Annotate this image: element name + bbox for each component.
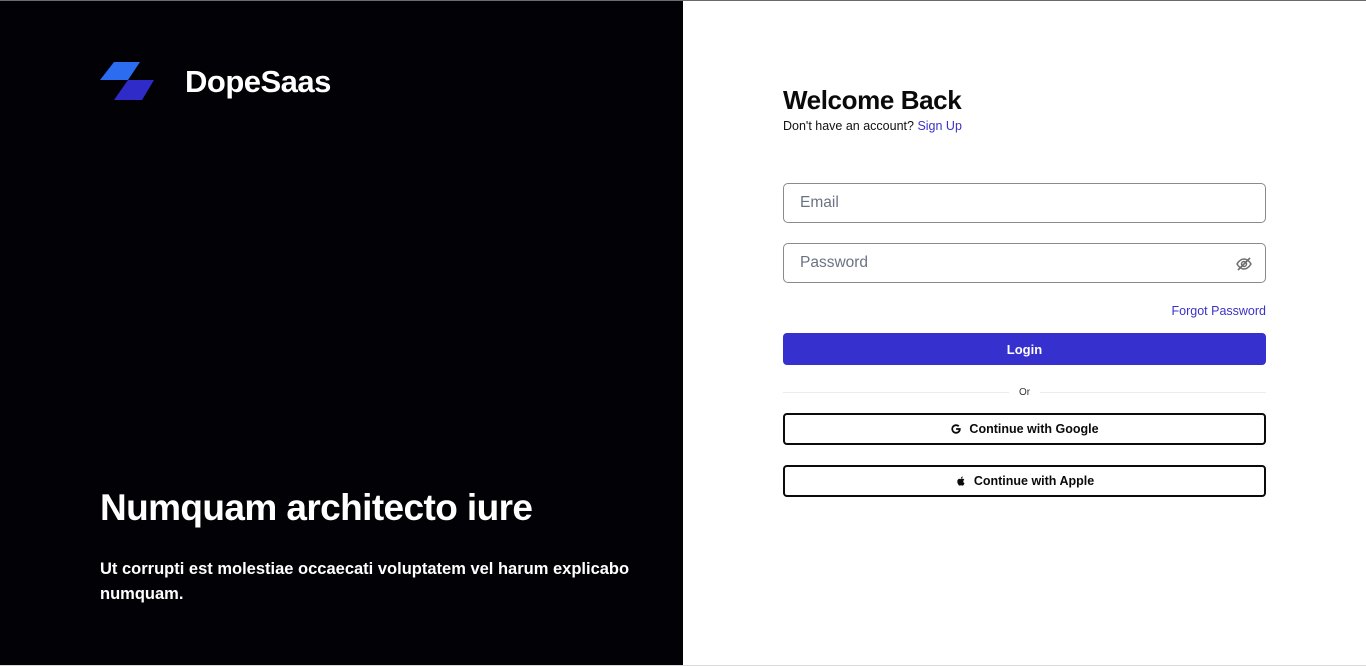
- signup-prompt-line: Don't have an account? Sign Up: [783, 119, 1266, 133]
- password-field-wrapper: [783, 243, 1266, 283]
- apple-icon: [957, 476, 965, 486]
- google-icon: [951, 424, 962, 434]
- hero-subtitle: Ut corrupti est molestiae occaecati volu…: [100, 560, 630, 603]
- divider-text: Or: [1018, 386, 1031, 398]
- divider-line-right: [1040, 391, 1267, 393]
- signup-link[interactable]: Sign Up: [917, 119, 961, 133]
- email-field[interactable]: [784, 184, 1265, 222]
- signup-prompt: Don't have an account?: [783, 119, 914, 133]
- brand[interactable]: DopeSaas: [100, 62, 331, 102]
- continue-with-google-button[interactable]: Continue with Google: [783, 413, 1266, 445]
- brand-name: DopeSaas: [185, 64, 331, 99]
- apple-button-label: Continue with Apple: [973, 474, 1095, 488]
- forgot-password-link[interactable]: Forgot Password: [1172, 304, 1266, 318]
- login-button[interactable]: Login: [783, 333, 1266, 365]
- login-panel: Welcome Back Don't have an account? Sign…: [683, 1, 1366, 666]
- password-field[interactable]: [784, 244, 1265, 282]
- eye-off-icon[interactable]: [1235, 255, 1253, 273]
- login-form: Welcome Back Don't have an account? Sign…: [783, 83, 1267, 497]
- brand-panel: DopeSaas Numquam architecto iure Ut corr…: [0, 1, 683, 666]
- hero-title: Numquam architecto iure: [100, 487, 533, 528]
- or-divider: Or: [783, 385, 1267, 399]
- google-button-label: Continue with Google: [969, 422, 1099, 436]
- email-field-wrapper: [783, 183, 1266, 223]
- forgot-password-row: Forgot Password: [783, 304, 1266, 320]
- login-page: DopeSaas Numquam architecto iure Ut corr…: [0, 0, 1366, 666]
- page-title: Welcome Back: [783, 85, 962, 115]
- divider-line-left: [783, 391, 1009, 393]
- continue-with-apple-button[interactable]: Continue with Apple: [783, 465, 1266, 497]
- parallelogram-stack-logo: [100, 62, 154, 100]
